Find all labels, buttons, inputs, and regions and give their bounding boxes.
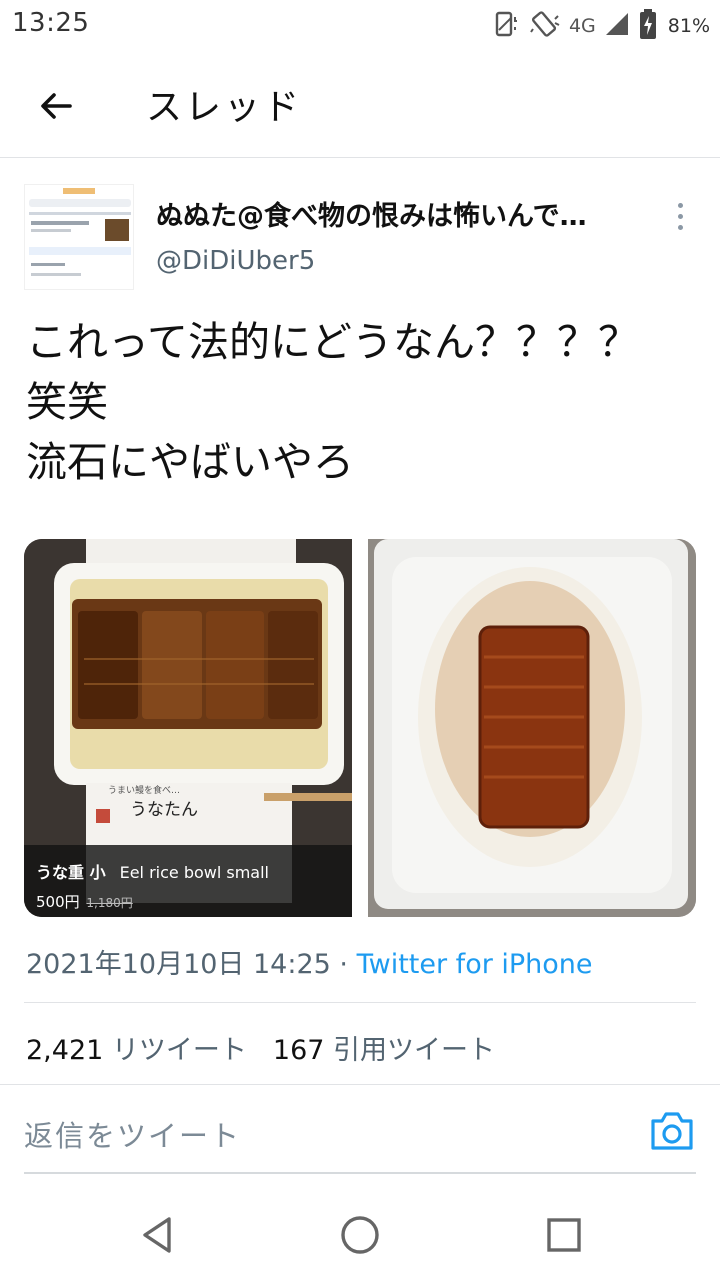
caption-title: うな重 小 Eel rice bowl small (36, 863, 269, 882)
recents-square-icon (547, 1218, 581, 1252)
nav-home-button[interactable] (335, 1210, 385, 1260)
more-options-button[interactable] (664, 196, 696, 236)
tweet-media: うまい鰻を食べ… うなたん うな重 小 Eel rice bowl small 5… (24, 539, 696, 917)
media-caption: うな重 小 Eel rice bowl small 500円 1,180円 (24, 845, 352, 917)
quotes-label: 引用ツイート (333, 1035, 496, 1066)
signal-icon (604, 11, 630, 41)
quotes-count: 167 (272, 1035, 325, 1066)
back-triangle-icon (143, 1217, 171, 1253)
nav-recents-button[interactable] (539, 1210, 589, 1260)
reply-input[interactable]: 返信をツイート (24, 1113, 241, 1155)
tweet-text: これって法的にどうなん？？？？ 笑笑 流石にやばいやろ (26, 312, 706, 492)
rotate-icon (529, 9, 561, 43)
status-icons: 4G 81% (491, 6, 710, 46)
caption-original-price: 1,180円 (86, 896, 133, 910)
home-circle-icon (341, 1216, 379, 1254)
more-dot (677, 202, 683, 208)
tweet-text-line: 流石にやばいやろ (26, 438, 354, 486)
page-title: スレッド (146, 87, 303, 128)
more-dot (677, 224, 683, 230)
caption-title-en: Eel rice bowl small (119, 863, 269, 882)
retweets-stat[interactable]: 2,421 リツイート (26, 1035, 247, 1066)
tweet-source-link[interactable]: Twitter for iPhone (357, 949, 593, 980)
svg-text:うなたん: うなたん (130, 800, 198, 820)
divider (24, 1002, 696, 1003)
nav-back-button[interactable] (132, 1210, 182, 1260)
caption-price: 500円 1,180円 (36, 893, 133, 911)
tweet-text-line: これって法的にどうなん？？？？ (26, 318, 639, 366)
battery-percent: 81% (667, 15, 710, 37)
retweets-label: リツイート (111, 1035, 247, 1066)
vibrate-icon (491, 9, 521, 43)
media-photo-menu[interactable]: うまい鰻を食べ… うなたん うな重 小 Eel rice bowl small 5… (24, 539, 352, 917)
retweets-count: 2,421 (26, 1035, 104, 1066)
tweet-meta: 2021年10月10日 14:25 · Twitter for iPhone (26, 942, 593, 981)
status-time: 13:25 (12, 8, 90, 38)
top-app-bar: スレッド (0, 52, 720, 158)
system-nav-bar (0, 1190, 720, 1280)
svg-text:うまい鰻を食べ…: うまい鰻を食べ… (108, 784, 180, 796)
battery-charging-icon (638, 8, 658, 44)
avatar[interactable] (24, 184, 134, 290)
meta-separator: · (339, 949, 349, 980)
author-name[interactable]: ぬぬた@食べ物の恨みは怖いんで… (156, 194, 636, 233)
reply-bar: 返信をツイート (0, 1084, 720, 1174)
quotes-stat[interactable]: 167 引用ツイート (273, 1035, 495, 1066)
tweet-text-line: 笑笑 (26, 378, 108, 426)
media-photo-actual[interactable] (368, 539, 696, 917)
back-button[interactable] (26, 76, 86, 136)
camera-button[interactable] (648, 1109, 696, 1153)
camera-icon (651, 1112, 693, 1150)
more-dot (677, 213, 683, 219)
tweet-stats: 2,421 リツイート 167 引用ツイート (26, 1028, 495, 1067)
network-type: 4G (568, 15, 596, 37)
reply-underline (24, 1172, 696, 1174)
author-handle[interactable]: @DiDiUber5 (156, 246, 315, 276)
status-bar: 13:25 4G 81% (0, 0, 720, 52)
arrow-left-icon (41, 93, 72, 119)
tweet-date[interactable]: 2021年10月10日 14:25 (26, 949, 331, 980)
